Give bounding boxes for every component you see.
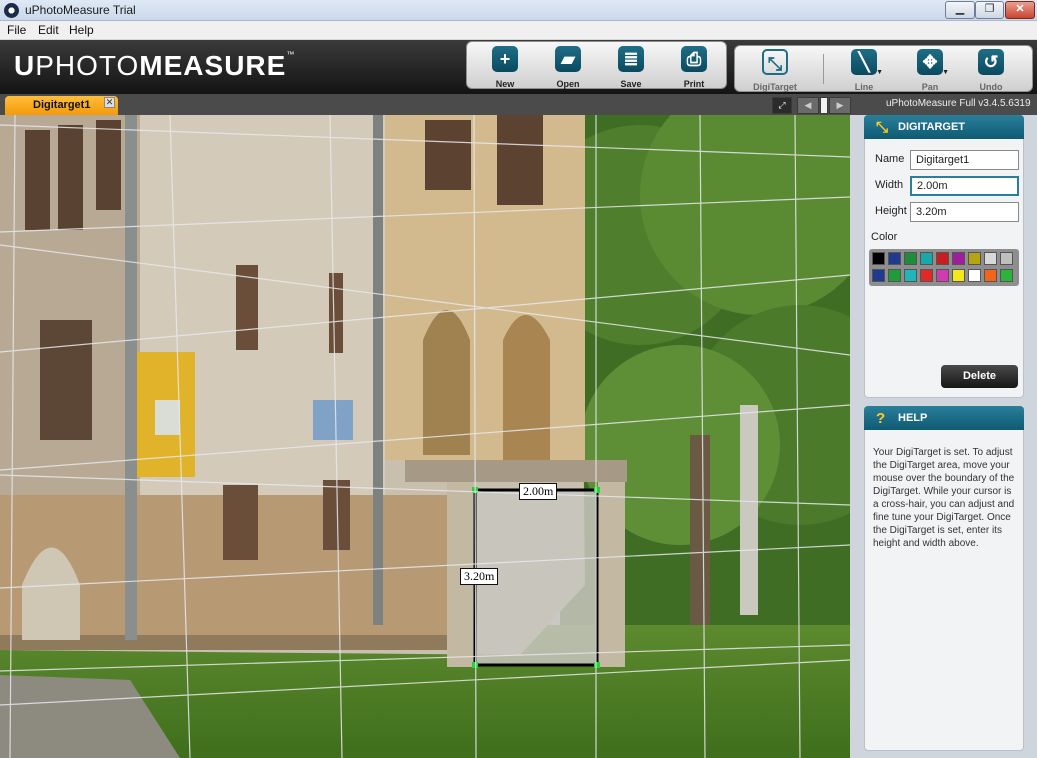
name-field[interactable] — [910, 150, 1019, 170]
name-label: Name — [875, 153, 905, 165]
save-button[interactable]: ≣ Save — [606, 46, 656, 89]
printer-icon: ⎙ — [681, 46, 707, 72]
color-swatch[interactable] — [952, 269, 965, 282]
digitarget-panel-header: ⤡ DIGITARGET — [864, 115, 1024, 139]
color-swatch[interactable] — [984, 269, 997, 282]
digitarget-icon: ⤡ — [876, 119, 889, 136]
color-swatch[interactable] — [1000, 269, 1013, 282]
minimize-button[interactable]: ▁ — [945, 1, 975, 19]
scroll-thumb[interactable] — [820, 97, 828, 114]
app-logo: UPHOTOMEASURE™ — [14, 50, 296, 81]
save-icon: ≣ — [618, 46, 644, 72]
color-swatch[interactable] — [904, 252, 917, 265]
color-swatch[interactable] — [888, 269, 901, 282]
color-swatch[interactable] — [952, 252, 965, 265]
print-button[interactable]: ⎙ Print — [669, 46, 719, 89]
digitarget-height-label: 3.20m — [460, 568, 499, 585]
color-swatch[interactable] — [872, 269, 885, 282]
dropdown-arrow-icon[interactable]: ▼ — [876, 69, 883, 76]
tab-strip — [0, 94, 1037, 115]
window-title: uPhotoMeasure Trial — [25, 3, 136, 17]
undo-button[interactable]: ↺ Undo — [966, 49, 1016, 92]
photo-illustration — [0, 115, 850, 758]
digitarget-button[interactable]: ⤡ DigiTarget — [750, 49, 800, 92]
fit-view-icon[interactable]: ⤢ — [772, 97, 792, 114]
new-button[interactable]: + New — [480, 46, 530, 89]
menu-help[interactable]: Help — [69, 23, 94, 37]
delete-button[interactable]: Delete — [941, 365, 1018, 388]
color-swatch[interactable] — [888, 252, 901, 265]
digitarget-width-label: 2.00m — [519, 483, 558, 500]
color-swatch[interactable] — [984, 252, 997, 265]
dropdown-arrow-icon[interactable]: ▼ — [942, 69, 949, 76]
line-button[interactable]: ╲ ▼ Line — [839, 49, 889, 92]
title-bar: uPhotoMeasure Trial ▁ ❐ ✕ — [0, 0, 1037, 21]
edit-toolbar: ⤡ DigiTarget ╲ ▼ Line ✥ ▼ Pan ↺ Undo — [734, 45, 1033, 92]
color-swatch[interactable] — [936, 252, 949, 265]
prev-arrow-icon[interactable]: ◀ — [797, 97, 819, 114]
next-arrow-icon[interactable]: ▶ — [829, 97, 851, 114]
help-panel-header: ? HELP — [864, 406, 1024, 430]
help-icon: ? — [876, 410, 886, 427]
tab-digitarget1[interactable]: Digitarget1 ✕ — [5, 96, 118, 115]
height-field[interactable] — [910, 202, 1019, 222]
version-label: uPhotoMeasure Full v3.4.5.6319 — [886, 98, 1031, 109]
color-swatch[interactable] — [968, 252, 981, 265]
pan-button[interactable]: ✥ ▼ Pan — [905, 49, 955, 92]
color-label: Color — [871, 231, 898, 243]
undo-icon: ↺ — [978, 49, 1004, 75]
toolbar-separator — [823, 54, 824, 84]
menu-file[interactable]: File — [7, 23, 26, 37]
digitarget-icon: ⤡ — [762, 49, 788, 75]
open-button[interactable]: ▰ Open — [543, 46, 593, 89]
color-swatch[interactable] — [872, 252, 885, 265]
color-swatch[interactable] — [904, 269, 917, 282]
menu-bar: File Edit Help — [0, 21, 1037, 40]
color-swatch[interactable] — [936, 269, 949, 282]
height-label: Height — [875, 205, 907, 217]
file-toolbar: + New ▰ Open ≣ Save ⎙ Print — [466, 41, 727, 89]
pan-icon: ✥ — [917, 49, 943, 75]
color-swatch[interactable] — [968, 269, 981, 282]
color-swatch[interactable] — [1000, 252, 1013, 265]
menu-edit[interactable]: Edit — [38, 23, 59, 37]
color-swatch[interactable] — [920, 269, 933, 282]
color-swatch[interactable] — [920, 252, 933, 265]
app-icon — [4, 3, 19, 18]
plus-icon: + — [492, 46, 518, 72]
help-text: Your DigiTarget is set. To adjust the Di… — [873, 447, 1015, 549]
maximize-button[interactable]: ❐ — [975, 1, 1004, 19]
close-button[interactable]: ✕ — [1005, 1, 1035, 19]
folder-icon: ▰ — [555, 46, 581, 72]
line-icon: ╲ — [851, 49, 877, 75]
color-swatches — [869, 249, 1019, 286]
tab-close-icon[interactable]: ✕ — [104, 97, 115, 108]
width-label: Width — [875, 179, 904, 191]
photo-canvas[interactable]: 2.00m 3.20m — [0, 115, 850, 758]
width-field[interactable] — [910, 176, 1019, 196]
